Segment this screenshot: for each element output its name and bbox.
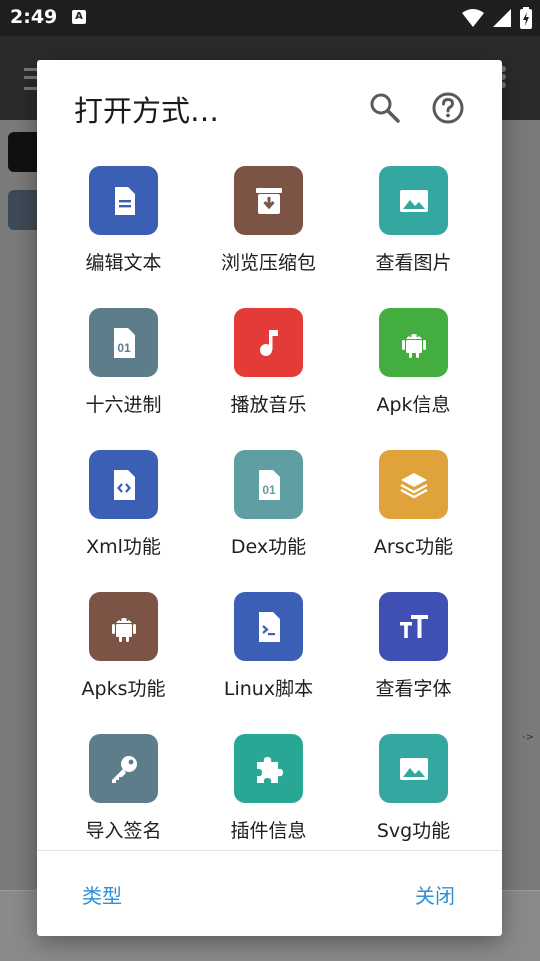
- hex-tile: 01: [89, 308, 158, 377]
- document-icon: [114, 186, 135, 215]
- binary-file-icon: 01: [258, 469, 280, 500]
- option-label: 导入签名: [85, 820, 162, 842]
- dialog-title: 打开方式…: [74, 94, 220, 128]
- option-label: Xml功能: [86, 536, 161, 558]
- option-arsc[interactable]: Arsc功能: [341, 450, 486, 592]
- option-label: 播放音乐: [230, 394, 307, 416]
- option-hex[interactable]: 01 十六进制: [51, 308, 196, 450]
- option-import-signature[interactable]: 导入签名: [51, 734, 196, 876]
- view-font-tile: [379, 592, 448, 661]
- help-icon: [432, 92, 464, 124]
- browse-archive-tile: [234, 166, 303, 235]
- linux-script-tile: [234, 592, 303, 661]
- option-svg[interactable]: Svg功能: [341, 734, 486, 876]
- code-file-icon: [113, 469, 135, 500]
- image-icon: [399, 189, 428, 212]
- background-arrow: ->: [522, 732, 534, 743]
- option-label: Apk信息: [376, 394, 451, 416]
- option-view-font[interactable]: 查看字体: [341, 592, 486, 734]
- image-icon: [399, 757, 428, 780]
- option-apks[interactable]: Apks功能: [51, 592, 196, 734]
- option-edit-text[interactable]: 编辑文本: [51, 166, 196, 308]
- wifi-icon: [462, 9, 484, 27]
- type-button[interactable]: 类型: [82, 880, 122, 909]
- plugin-info-tile: [234, 734, 303, 803]
- view-image-tile: [379, 166, 448, 235]
- apks-tile: [89, 592, 158, 661]
- music-note-icon: [259, 329, 278, 356]
- option-label: 浏览压缩包: [220, 252, 316, 274]
- close-button[interactable]: 关闭: [415, 880, 455, 909]
- option-apk-info[interactable]: Apk信息: [341, 308, 486, 450]
- archive-icon: [255, 187, 282, 214]
- svg-tile: [379, 734, 448, 803]
- terminal-file-icon: [258, 611, 280, 642]
- status-icons: [462, 7, 532, 29]
- puzzle-icon: [256, 756, 283, 783]
- apk-info-tile: [379, 308, 448, 377]
- option-label: 插件信息: [230, 820, 307, 842]
- edit-text-tile: [89, 166, 158, 235]
- import-signature-tile: [89, 734, 158, 803]
- option-label: Arsc功能: [373, 536, 454, 558]
- play-music-tile: [234, 308, 303, 377]
- notification-badge-icon: A: [72, 10, 86, 24]
- option-label: Dex功能: [230, 536, 307, 558]
- option-label: Linux脚本: [223, 678, 314, 700]
- font-size-icon: [399, 614, 428, 638]
- search-button[interactable]: [367, 90, 403, 126]
- binary-file-icon: 01: [113, 327, 135, 358]
- android-icon: [111, 617, 136, 642]
- help-button[interactable]: [430, 90, 466, 126]
- option-label: 编辑文本: [85, 252, 162, 274]
- option-plugin-info[interactable]: 插件信息: [196, 734, 341, 876]
- option-label: 十六进制: [85, 394, 162, 416]
- option-dex[interactable]: 01 Dex功能: [196, 450, 341, 592]
- dialog-divider: [37, 850, 502, 851]
- status-time: 2:49: [10, 6, 58, 28]
- battery-charging-icon: [520, 7, 532, 29]
- xml-tile: [89, 450, 158, 519]
- option-xml[interactable]: Xml功能: [51, 450, 196, 592]
- option-play-music[interactable]: 播放音乐: [196, 308, 341, 450]
- status-bar: 2:49 A: [0, 0, 540, 36]
- option-view-image[interactable]: 查看图片: [341, 166, 486, 308]
- app-grid: 编辑文本 浏览压缩包 查看图片 01 十六进制 播放音乐 Apk信息 Xml功能…: [51, 166, 486, 850]
- option-linux-script[interactable]: Linux脚本: [196, 592, 341, 734]
- key-icon: [111, 755, 137, 783]
- layers-icon: [399, 472, 428, 498]
- option-label: 查看图片: [375, 252, 452, 274]
- svg-text:01: 01: [117, 341, 131, 355]
- arsc-tile: [379, 450, 448, 519]
- android-icon: [401, 333, 426, 358]
- search-icon: [370, 93, 400, 123]
- svg-text:01: 01: [262, 483, 276, 497]
- option-label: Apks功能: [81, 678, 166, 700]
- cell-signal-icon: [493, 9, 511, 27]
- open-with-dialog: 打开方式… 编辑文本 浏览压缩包 查看图片 01 十六进制 播放音乐 Apk信息…: [37, 60, 502, 936]
- option-browse-archive[interactable]: 浏览压缩包: [196, 166, 341, 308]
- option-label: Svg功能: [376, 820, 451, 842]
- option-label: 查看字体: [375, 678, 452, 700]
- dex-tile: 01: [234, 450, 303, 519]
